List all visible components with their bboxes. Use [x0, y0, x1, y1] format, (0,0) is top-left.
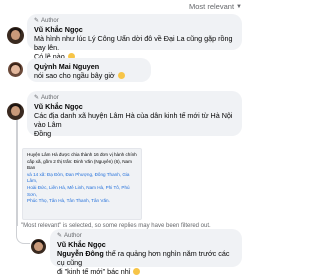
thread-connector — [16, 226, 30, 244]
comment-text: nói sao cho ngầu bây giờ — [34, 71, 144, 80]
sort-label: Most relevant — [189, 2, 235, 11]
author-badge: ✎ Author — [34, 95, 59, 101]
thread-line — [16, 120, 18, 226]
avatar[interactable] — [7, 27, 24, 44]
chevron-down-icon: ▼ — [236, 3, 242, 10]
avatar[interactable] — [31, 239, 46, 254]
comment-text: Mà hình như lúc Lý Công Uẩn dời đô về Đạ… — [34, 34, 233, 61]
pen-icon: ✎ — [34, 95, 40, 101]
comment-author[interactable]: Vũ Khắc Ngọc — [34, 25, 235, 34]
avatar[interactable] — [7, 103, 24, 120]
comment-bubble: Quỳnh Mai Nguyen nói sao cho ngầu bây gi… — [27, 58, 151, 82]
author-badge: ✎ Author — [34, 18, 59, 24]
pen-icon: ✎ — [57, 233, 63, 239]
comment-author[interactable]: Quỳnh Mai Nguyen — [34, 62, 144, 71]
comment-text: Các địa danh xã huyện Lâm Hà của dân kin… — [34, 111, 233, 138]
comment-bubble: ✎ Author Vũ Khắc Ngọc Nguyễn Đông thế ra… — [50, 229, 242, 276]
comment-author[interactable]: Vũ Khắc Ngọc — [57, 240, 235, 249]
mention-tag[interactable]: Nguyễn Đông — [57, 249, 104, 258]
author-badge: ✎ Author — [57, 233, 82, 239]
comment-author[interactable]: Vũ Khắc Ngọc — [34, 102, 235, 111]
sort-dropdown[interactable]: Most relevant ▼ — [189, 2, 242, 11]
laugh-emoji-icon — [117, 72, 125, 79]
pen-icon: ✎ — [34, 18, 40, 24]
comment-bubble: ✎ Author Vũ Khắc Ngọc Mà hình như lúc Lý… — [27, 14, 242, 61]
comment-bubble: ✎ Author Vũ Khắc Ngọc Các địa danh xã hu… — [27, 91, 242, 138]
avatar[interactable] — [8, 62, 23, 77]
laugh-emoji-icon — [133, 268, 141, 275]
attached-image[interactable]: Huyện Lâm Hà được chia thành 16 đơn vị h… — [22, 148, 142, 220]
comment-text: Nguyễn Đông thế ra quảng hơn nghìn năm t… — [57, 249, 230, 276]
